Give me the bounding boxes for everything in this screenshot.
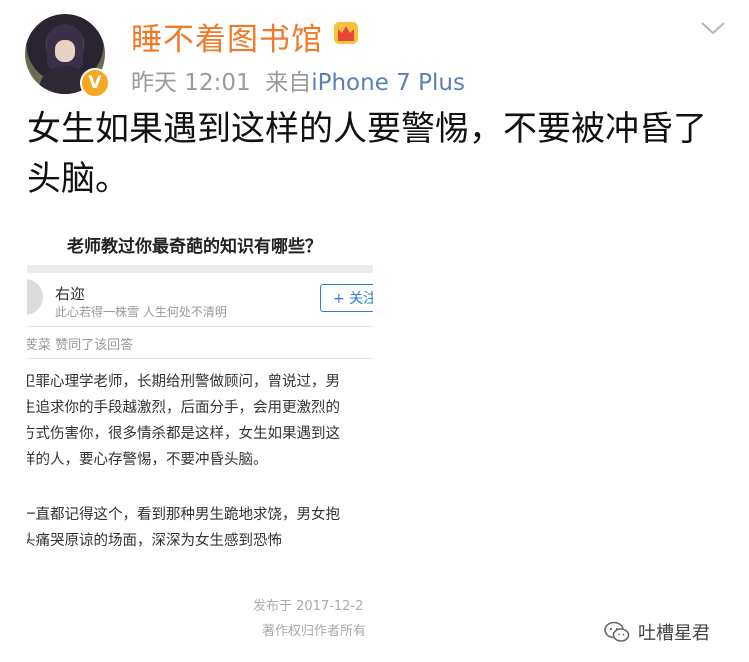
answerer-avatar bbox=[27, 279, 43, 315]
answer-paragraph-2: 一直都记得这个，看到那种男生跪地求饶，男女抱 头痛哭原谅的场面，深深为女生感到恐… bbox=[27, 502, 340, 554]
divider bbox=[27, 358, 373, 359]
answerer-bio: 此心若得一株雪 人生何处不清明 bbox=[55, 305, 227, 319]
watermark-text: 吐槽星君 bbox=[638, 623, 710, 644]
source-device-link[interactable]: iPhone 7 Plus bbox=[311, 70, 465, 96]
answer-line: 方式伤害你，很多情杀都是这样，女生如果遇到这 bbox=[27, 426, 340, 442]
watermark: 吐槽星君 bbox=[604, 619, 710, 645]
post-meta: 昨天 12:01 来自iPhone 7 Plus bbox=[131, 63, 465, 97]
follow-button: + 关注 bbox=[320, 284, 373, 312]
username[interactable]: 睡不着图书馆 bbox=[131, 14, 323, 59]
embedded-screenshot[interactable]: 老师教过你最奇葩的知识有哪些？ 右迩 此心若得一株雪 人生何处不清明 + 关注 … bbox=[27, 212, 373, 652]
wechat-icon bbox=[604, 621, 630, 642]
answer-line: 头痛哭原谅的场面，深深为女生感到恐怖 bbox=[27, 533, 282, 549]
copyright-note: 著作权归作者所有 bbox=[262, 624, 367, 639]
source-prefix: 来自 bbox=[265, 70, 312, 96]
question-title: 老师教过你最奇葩的知识有哪些？ bbox=[67, 237, 322, 257]
divider bbox=[27, 265, 373, 273]
liked-notice: 芰菜 赞同了该回答 bbox=[27, 338, 134, 353]
crown-icon bbox=[334, 22, 358, 44]
verified-badge: V bbox=[80, 68, 110, 98]
answer-line: 样的人，要心存警惕，不要冲昏头脑。 bbox=[27, 452, 268, 468]
answer-line: 生追求你的手段越激烈，后面分手，会用更激烈的 bbox=[27, 400, 340, 416]
answerer-name: 右迩 bbox=[55, 285, 86, 303]
answer-line: 一直都记得这个，看到那种男生跪地求饶，男女抱 bbox=[27, 507, 340, 523]
timestamp: 昨天 12:01 bbox=[131, 70, 251, 96]
divider bbox=[27, 326, 373, 327]
chevron-down-icon[interactable] bbox=[700, 20, 726, 36]
post-text: 女生如果遇到这样的人要警惕，不要被冲昏了头脑。 bbox=[27, 109, 707, 199]
published-date: 发布于 2017-12-2 bbox=[253, 599, 364, 614]
answer-line: 卫罪心理学老师，长期给刑警做顾问，曾说过，男 bbox=[27, 374, 340, 390]
answer-paragraph-1: 卫罪心理学老师，长期给刑警做顾问，曾说过，男 生追求你的手段越激烈，后面分手，会… bbox=[27, 369, 340, 473]
